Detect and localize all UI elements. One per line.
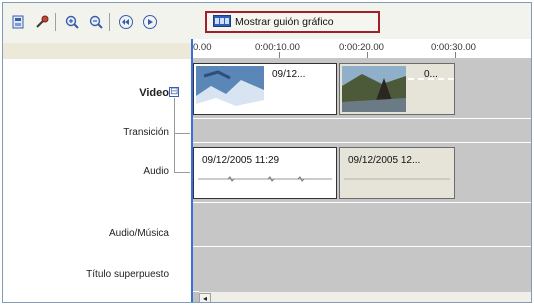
time-ruler[interactable]: 0.00 0:00:10.00 0:00:20.00 0:00:30.00 bbox=[191, 39, 531, 59]
audio-waveform bbox=[344, 178, 450, 180]
toolbar-separator bbox=[109, 13, 110, 31]
track-label-audio-music: Audio/Música bbox=[108, 228, 169, 239]
audio-music-lane[interactable] bbox=[191, 203, 531, 247]
track-label-video: Video bbox=[139, 87, 169, 99]
ruler-tick-label: 0.00 bbox=[193, 42, 212, 53]
video-clip-title: 09/12... bbox=[272, 69, 306, 80]
zoom-out-icon[interactable] bbox=[87, 13, 105, 31]
timeline-toolbar: Mostrar guión gráfico bbox=[3, 3, 531, 43]
audio-clip-title: 09/12/2005 11:29 bbox=[202, 155, 280, 166]
track-label-audio: Audio bbox=[143, 166, 169, 177]
tree-connector bbox=[174, 133, 190, 134]
audio-clip[interactable]: 09/12/2005 12... bbox=[339, 147, 455, 199]
collapse-video-toggle[interactable]: ⊟ bbox=[169, 87, 179, 97]
audio-waveform bbox=[198, 176, 332, 182]
clip-dotted-line bbox=[266, 89, 336, 91]
track-label-title-overlay: Título superpuesto bbox=[86, 269, 169, 280]
storyboard-view-icon[interactable] bbox=[9, 13, 27, 31]
title-overlay-lane[interactable] bbox=[191, 247, 531, 292]
clip-dotted-line bbox=[408, 78, 454, 80]
film-storyboard-icon bbox=[213, 14, 231, 31]
audio-clip-title: 09/12/2005 12... bbox=[348, 155, 421, 166]
ruler-tick-label: 0:00:10.00 bbox=[255, 42, 300, 53]
show-storyboard-button[interactable]: Mostrar guión gráfico bbox=[205, 11, 380, 33]
playhead[interactable] bbox=[191, 39, 193, 302]
video-clip[interactable]: 09/12... bbox=[193, 63, 337, 115]
video-clip-thumbnail bbox=[196, 66, 264, 112]
tree-connector bbox=[174, 98, 175, 173]
ruler-tick bbox=[455, 52, 456, 58]
scroll-left-arrow-icon[interactable]: ◂ bbox=[199, 293, 211, 302]
rewind-icon[interactable] bbox=[117, 13, 135, 31]
timeline-lanes: 09/12... 0... 09/12/2005 11:29 09/12/200… bbox=[191, 59, 531, 302]
ruler-tick-label: 0:00:30.00 bbox=[431, 42, 476, 53]
tools-icon[interactable] bbox=[33, 13, 51, 31]
horizontal-scrollbar[interactable]: ◂ bbox=[199, 291, 531, 302]
toolbar-separator bbox=[55, 13, 56, 31]
ruler-tick bbox=[367, 52, 368, 58]
tree-connector bbox=[174, 172, 190, 173]
ruler-tick bbox=[279, 52, 280, 58]
play-icon[interactable] bbox=[141, 13, 159, 31]
track-label-transition: Transición bbox=[123, 127, 169, 138]
ruler-tick-label: 0:00:20.00 bbox=[339, 42, 384, 53]
audio-clip[interactable]: 09/12/2005 11:29 bbox=[193, 147, 337, 199]
video-clip-thumbnail bbox=[342, 66, 406, 112]
transition-lane[interactable] bbox=[191, 119, 531, 143]
show-storyboard-label: Mostrar guión gráfico bbox=[235, 16, 334, 28]
video-clip[interactable]: 0... bbox=[339, 63, 455, 115]
timeline-window: Mostrar guión gráfico 0.00 0:00:10.00 0:… bbox=[2, 2, 532, 303]
track-labels-panel: Video ⊟ Transición Audio Audio/Música Tí… bbox=[3, 59, 191, 302]
zoom-in-icon[interactable] bbox=[63, 13, 81, 31]
